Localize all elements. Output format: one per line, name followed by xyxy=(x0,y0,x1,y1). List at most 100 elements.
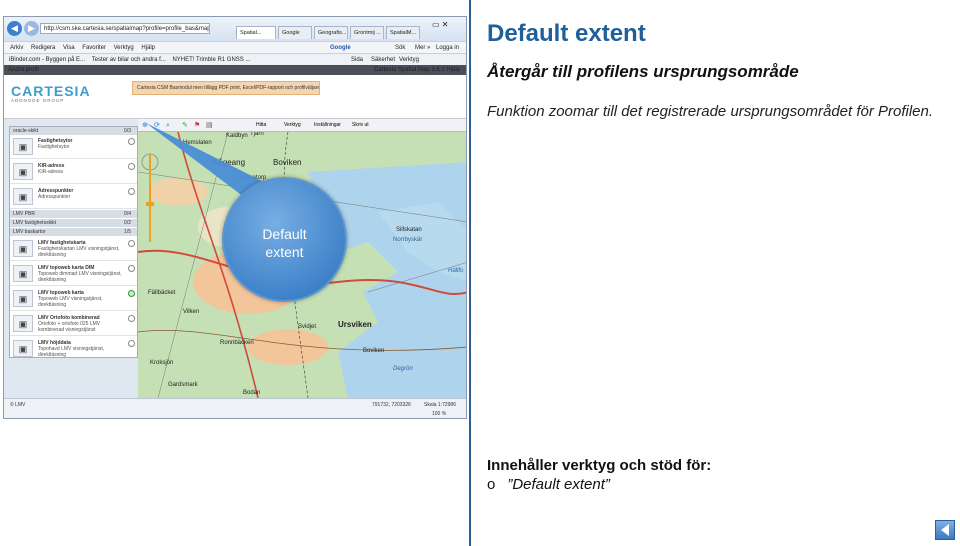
menu-visa[interactable]: Visa xyxy=(63,45,75,51)
refresh-icon[interactable]: ⟳ xyxy=(154,119,160,132)
coordinate-readout: 791732, 7203326 xyxy=(372,402,411,408)
zoom-level: 100 % xyxy=(432,411,447,417)
forward-icon[interactable]: ▶ xyxy=(24,21,39,36)
map-place-label: Kaldbyn xyxy=(226,133,248,139)
app-branding: CARTESIA ADDNODE GROUP Cartesia CSM Basm… xyxy=(4,75,466,119)
layer-item[interactable]: ▣ LMV höjddata Topohavd LMV visningstjänst… xyxy=(10,337,137,358)
map-place-label: Kroksjön xyxy=(150,360,174,366)
map-place-label: Äckelbo xyxy=(158,132,179,134)
favorite-ibinder[interactable]: iBinder.com - Byggen på E... xyxy=(9,57,85,63)
map-place-label: Degrön xyxy=(393,366,413,372)
change-profile-link[interactable]: Ändra profil xyxy=(4,67,39,73)
menu-redigera[interactable]: Redigera xyxy=(31,45,55,51)
layer-toggle-icon[interactable] xyxy=(128,265,135,272)
toolbar-skriv-ut[interactable]: Skriv ut xyxy=(352,119,369,132)
layer-thumbnail-icon: ▣ xyxy=(13,340,33,357)
layer-toggle-icon[interactable] xyxy=(128,138,135,145)
pin-icon[interactable]: ⚑ xyxy=(194,119,200,132)
default-extent-callout: Default extent xyxy=(222,177,347,302)
scale-readout: Skala 1:72986 xyxy=(424,402,456,408)
arrow-left-icon[interactable] xyxy=(935,520,955,540)
tool-verktyg[interactable]: Verktyg xyxy=(399,54,419,65)
more-button[interactable]: Mer » xyxy=(415,42,430,53)
toolbar-verktyg[interactable]: Verktyg xyxy=(284,119,301,132)
layer-subtitle: Topohavd LMV visningstjänst, direktläsni… xyxy=(38,346,105,358)
favorite-tester[interactable]: Tester av bilar och andra f... xyxy=(92,57,166,63)
layer-item[interactable]: ▣ Adresspunkter Adresspunkter xyxy=(10,185,137,209)
layer-toggle-icon[interactable] xyxy=(128,188,135,195)
tool-sida[interactable]: Sida xyxy=(351,54,363,65)
layer-toggle-icon[interactable] xyxy=(128,290,135,297)
measure-icon[interactable]: ✎ xyxy=(182,119,188,132)
zoom-icon[interactable]: ⌕ xyxy=(166,119,170,132)
tab-spatialm[interactable]: SpatialM... xyxy=(386,26,420,39)
map-place-label: Tjärn xyxy=(250,132,264,137)
tab-spatial[interactable]: Spatial... xyxy=(236,26,276,39)
layer-subtitle: Ortofoto + ortofoto 025 LMV kombinerad v… xyxy=(38,321,101,333)
slide-description: Funktion zoomar till det registrerade ur… xyxy=(487,103,934,120)
login-link[interactable]: Logga in xyxy=(436,42,459,53)
copyright-text: © LMV xyxy=(10,402,26,408)
layer-toggle-icon[interactable] xyxy=(128,315,135,322)
layer-toggle-icon[interactable] xyxy=(128,240,135,247)
menu-hjalp[interactable]: Hjälp xyxy=(141,45,155,51)
layer-group-header[interactable]: LMV PBR 0/4 xyxy=(10,210,137,218)
map-place-label: Fällbäcket xyxy=(148,290,176,296)
toolbar-hitta[interactable]: Hitta xyxy=(256,119,266,132)
layer-group-header[interactable]: LMV baskartor 1/5 xyxy=(10,228,137,236)
layer-thumbnail-icon: ▣ xyxy=(13,315,33,332)
layer-subtitle: Fastighetskartan LMV visningstjänst, dir… xyxy=(38,246,120,258)
layer-item[interactable]: ▣ Fastighetsytor Fastighetsytor xyxy=(10,135,137,159)
map-place-label: Kågeang xyxy=(213,158,246,167)
tab-geografis[interactable]: Geografis... xyxy=(314,26,348,39)
map-place-label: Sillskatan xyxy=(396,227,422,233)
print-icon[interactable]: ▤ xyxy=(206,119,213,132)
layer-thumbnail-icon: ▣ xyxy=(13,265,33,282)
layer-item[interactable]: ▣ LMV topoweb karta DIM Topoweb dimmad LMV… xyxy=(10,262,137,286)
layer-item[interactable]: ▣ LMV fastighetskarta Fastighetskartan LMV… xyxy=(10,237,137,261)
layer-subtitle: Topoweb LMV visningstjänst, direktläsnin… xyxy=(38,296,103,308)
layer-item[interactable]: ▣ LMV Ortofoto kombinerad Ortofoto + ortof… xyxy=(10,312,137,336)
favorite-trimble[interactable]: NYHET! Trimble R1 GNSS ... xyxy=(172,57,250,63)
default-extent-icon[interactable]: ⊕ xyxy=(142,119,148,132)
tool-sakerhet[interactable]: Säkerhet xyxy=(371,54,395,65)
map-toolbar: ⊕ ⟳ ⌕ ✎ ⚑ ▤ Hitta Verktyg Inställningar … xyxy=(138,119,466,132)
map-place-label: Gardsmark xyxy=(168,382,198,388)
layer-item[interactable]: ▣ LMV topoweb karta Topoweb LMV visningstj… xyxy=(10,287,137,311)
google-toolbar-label: Google xyxy=(330,45,351,51)
search-button[interactable]: Sök xyxy=(395,42,405,53)
window-controls-icon[interactable]: ▭ ✕ xyxy=(432,20,448,29)
tab-google[interactable]: Google xyxy=(278,26,312,39)
url-field[interactable]: http://csm.ske.cartesia.se/spatialmap?pr… xyxy=(40,23,210,34)
layer-thumbnail-icon: ▣ xyxy=(13,240,33,257)
divider-line xyxy=(469,0,471,546)
slide-title: Default extent xyxy=(487,20,646,47)
toolbar-installningar[interactable]: Inställningar xyxy=(314,119,341,132)
group-label: LMV baskartor xyxy=(13,229,46,235)
group-count: 0/2 xyxy=(124,220,131,226)
browser-address-bar: ◀ ▶ http://csm.ske.cartesia.se/spatialma… xyxy=(4,17,466,41)
layer-toggle-icon[interactable] xyxy=(128,340,135,347)
favorites-bar: iBinder.com - Byggen på E... Tester av b… xyxy=(4,53,466,65)
menu-favoriter[interactable]: Favoriter xyxy=(82,45,106,51)
map-place-label: Ronnbäcken xyxy=(220,340,254,346)
map-place-label: Boviken xyxy=(363,348,385,354)
menu-verktyg[interactable]: Verktyg xyxy=(114,45,134,51)
tab-grontmij[interactable]: Grontmij ... xyxy=(350,26,384,39)
map-status-bar: © LMV 791732, 7203326 Skala 1:72986 100 … xyxy=(4,398,466,418)
app-header: Ändra profil Cartesia Spatial Map 3.6.1 … xyxy=(4,65,466,75)
layer-toggle-icon[interactable] xyxy=(128,163,135,170)
bullet-item: o ”Default extent” xyxy=(487,476,610,493)
layer-subtitle: Adresspunkter xyxy=(38,194,71,200)
layer-item[interactable]: ▣ KIR-adress KIR-adress xyxy=(10,160,137,184)
menu-arkiv[interactable]: Arkiv xyxy=(10,45,23,51)
map-place-label: Ursviken xyxy=(338,320,372,329)
bullet-symbol: o xyxy=(487,476,496,493)
back-icon[interactable]: ◀ xyxy=(7,21,22,36)
layer-group-header[interactable]: LMV fastighetsskikt 0/2 xyxy=(10,219,137,227)
app-version-help[interactable]: Cartesia Spatial Map 3.6.1 Hjälp xyxy=(370,65,460,75)
layer-group-header[interactable]: oracle-skikt 0/3 xyxy=(10,127,137,135)
group-label: LMV PBR xyxy=(13,211,35,217)
map-place-label: Vilken xyxy=(183,309,200,315)
promo-banner: Cartesia CSM Basmodul men tillägg PDF pr… xyxy=(132,81,320,95)
